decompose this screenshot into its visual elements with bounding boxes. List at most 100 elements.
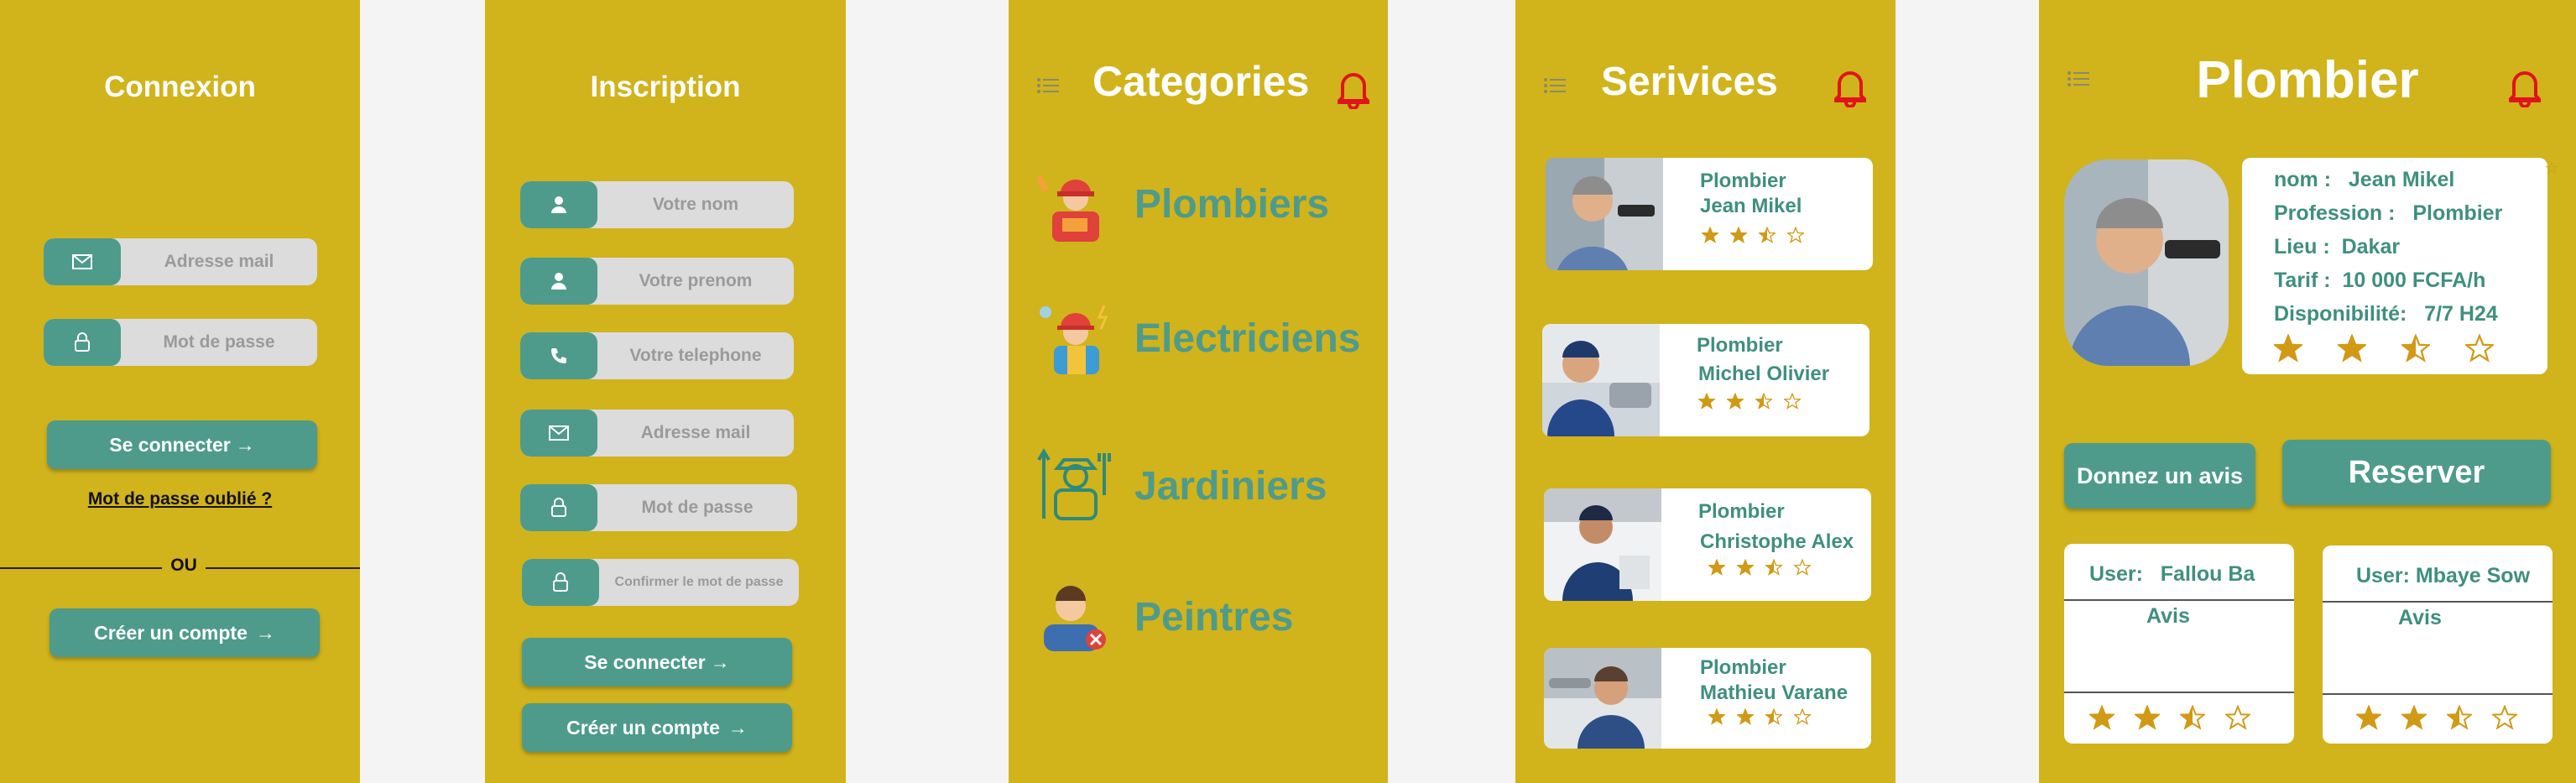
signup-screen: Inscription Votre nom Votre prenom Votre… bbox=[485, 0, 846, 783]
login-button[interactable]: Se connecter → bbox=[47, 420, 317, 469]
star-empty-icon bbox=[1787, 227, 1804, 243]
review-card: User: Fallou Ba Avis bbox=[2064, 544, 2294, 744]
menu-icon[interactable] bbox=[1037, 77, 1059, 94]
email-field[interactable]: Adresse mail bbox=[44, 238, 317, 285]
category-item-plumbers[interactable]: Plombiers bbox=[1035, 164, 1373, 248]
lock-icon bbox=[520, 484, 597, 531]
service-name: Mathieu Varane bbox=[1700, 681, 1849, 704]
detail-title: Plombier bbox=[2196, 51, 2419, 109]
review-card: User: Mbaye Sow Avis bbox=[2323, 545, 2553, 744]
service-card[interactable]: Plombier Jean Mikel bbox=[1546, 158, 1873, 270]
create-account-label: Créer un compte bbox=[566, 716, 720, 739]
bell-icon[interactable] bbox=[2506, 65, 2544, 112]
service-rating bbox=[1708, 559, 1811, 576]
reserve-button[interactable]: Reserver bbox=[2282, 440, 2551, 505]
review-user-label: User: bbox=[2089, 562, 2143, 586]
star-full-icon bbox=[2089, 705, 2115, 730]
location-label: Lieu : bbox=[2274, 235, 2330, 258]
star-half-icon bbox=[2180, 705, 2205, 730]
menu-icon[interactable] bbox=[2068, 70, 2089, 87]
email-placeholder: Adresse mail bbox=[640, 423, 751, 442]
mail-icon bbox=[520, 410, 597, 457]
worker-photo bbox=[1544, 488, 1661, 601]
create-account-label: Créer un compte bbox=[94, 621, 248, 644]
review-divider bbox=[2064, 599, 2294, 601]
confirm-password-placeholder: Confirmer le mot de passe bbox=[614, 575, 784, 589]
star-full-icon bbox=[1727, 393, 1744, 410]
painter-icon bbox=[1037, 577, 1113, 659]
detail-screen: Plombier nom : Jean Mikel Profession : P… bbox=[2039, 0, 2576, 783]
lock-icon bbox=[522, 559, 599, 606]
phone-field[interactable]: Votre telephone bbox=[520, 332, 794, 379]
service-name: Jean Mikel bbox=[1700, 195, 1802, 217]
user-icon bbox=[520, 181, 597, 228]
give-review-label: Donnez un avis bbox=[2076, 462, 2244, 488]
user-icon bbox=[520, 258, 597, 305]
review-divider bbox=[2323, 601, 2553, 603]
service-card[interactable]: Plombier Christophe Alex bbox=[1544, 488, 1871, 601]
service-card[interactable]: Plombier Mathieu Varane bbox=[1544, 648, 1871, 749]
star-full-icon bbox=[1708, 708, 1725, 725]
login-button-label: Se connecter bbox=[584, 650, 706, 673]
login-title: Connexion bbox=[104, 70, 256, 103]
star-half-icon bbox=[1755, 393, 1772, 410]
service-rating bbox=[1702, 227, 1804, 243]
lock-icon bbox=[44, 319, 121, 366]
give-review-button[interactable]: Donnez un avis bbox=[2064, 443, 2255, 509]
star-full-icon bbox=[1737, 559, 1754, 576]
star-half-icon bbox=[2447, 705, 2472, 730]
phone-icon bbox=[520, 332, 597, 379]
menu-icon[interactable] bbox=[1544, 77, 1566, 94]
email-field[interactable]: Adresse mail bbox=[520, 410, 794, 457]
arrow-right-icon: → bbox=[255, 621, 275, 644]
bell-icon[interactable] bbox=[1334, 67, 1373, 113]
phone-placeholder: Votre telephone bbox=[629, 346, 762, 365]
bell-icon[interactable] bbox=[1831, 65, 1869, 112]
review-divider bbox=[2323, 693, 2553, 695]
category-label: Peintres bbox=[1134, 595, 1294, 639]
create-account-button[interactable]: Créer un compte → bbox=[522, 703, 792, 752]
review-user: User: Fallou Ba bbox=[2089, 562, 2255, 587]
category-item-painters[interactable]: Peintres bbox=[1037, 576, 1373, 660]
login-button[interactable]: Se connecter → bbox=[522, 638, 792, 686]
profile-rating bbox=[2274, 334, 2494, 363]
create-account-button[interactable]: Créer un compte → bbox=[50, 608, 320, 657]
name-value: Jean Mikel bbox=[2348, 168, 2455, 191]
rate-value: 10 000 FCFA/h bbox=[2342, 269, 2486, 292]
password-field[interactable]: Mot de passe bbox=[520, 484, 797, 531]
star-full-icon bbox=[2401, 705, 2427, 730]
divider-right bbox=[206, 567, 360, 569]
star-empty-icon bbox=[2492, 705, 2517, 730]
review-rating bbox=[2356, 705, 2517, 730]
star-full-icon bbox=[2135, 705, 2160, 730]
forgot-password-link[interactable]: Mot de passe oublié ? bbox=[0, 489, 360, 509]
gardener-icon bbox=[1037, 445, 1113, 526]
service-rating bbox=[1698, 393, 1801, 410]
service-name: Michel Olivier bbox=[1698, 363, 1830, 385]
star-full-icon bbox=[1698, 393, 1715, 410]
confirm-password-field[interactable]: Confirmer le mot de passe bbox=[522, 559, 799, 606]
location-value: Dakar bbox=[2341, 235, 2401, 258]
profession-row: Profession : Plombier bbox=[2274, 201, 2502, 226]
name-row: nom : Jean Mikel bbox=[2274, 168, 2454, 192]
review-user-name: Fallou Ba bbox=[2160, 562, 2255, 586]
service-card[interactable]: Plombier Michel Olivier bbox=[1542, 324, 1869, 436]
password-field[interactable]: Mot de passe bbox=[44, 319, 317, 366]
star-full-icon bbox=[1730, 227, 1747, 243]
review-avis-label: Avis bbox=[2398, 606, 2442, 629]
firstname-field[interactable]: Votre prenom bbox=[520, 258, 794, 305]
worker-photo bbox=[1544, 648, 1661, 749]
category-label: Plombiers bbox=[1134, 182, 1330, 227]
mail-icon bbox=[44, 238, 121, 285]
category-item-gardeners[interactable]: Jardiniers bbox=[1037, 445, 1373, 529]
category-item-electricians[interactable]: Electriciens bbox=[1037, 299, 1381, 383]
profile-info-card: nom : Jean Mikel Profession : Plombier L… bbox=[2242, 158, 2547, 374]
name-field[interactable]: Votre nom bbox=[520, 181, 794, 228]
or-text: OU bbox=[170, 556, 197, 575]
review-user-name: Mbaye Sow bbox=[2415, 564, 2531, 587]
signup-title: Inscription bbox=[590, 70, 741, 103]
worker-photo bbox=[1546, 158, 1663, 270]
worker-photo bbox=[1542, 324, 1660, 436]
service-role: Plombier bbox=[1698, 500, 1785, 523]
star-empty-icon bbox=[2225, 705, 2250, 730]
